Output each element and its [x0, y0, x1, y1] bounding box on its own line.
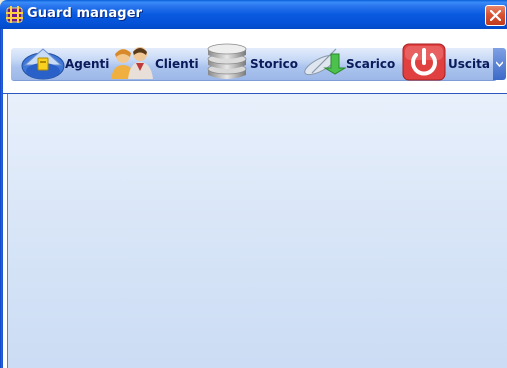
main-content-area [8, 94, 507, 368]
satellite-download-icon [302, 43, 347, 85]
toolbar-button-scarico[interactable]: Scarico [302, 45, 395, 83]
chevron-down-icon [496, 61, 503, 67]
main-window: Guard manager Agenti Clienti Storico Sca… [0, 0, 507, 368]
power-icon [400, 43, 448, 85]
toolbar-label-uscita: Uscita [448, 57, 490, 71]
guard-app-icon [6, 6, 23, 23]
toolbar-button-storico[interactable]: Storico [204, 43, 299, 85]
toolbar-label-scarico: Scarico [346, 57, 396, 71]
toolbar-button-agenti[interactable]: Agenti [21, 45, 109, 83]
toolbar-overflow-button[interactable] [493, 48, 506, 80]
toolbar-label-agenti: Agenti [65, 57, 110, 71]
main-toolbar: Agenti Clienti Storico Scarico Uscita [3, 29, 507, 94]
window-title: Guard manager [27, 6, 143, 21]
toolbar-button-uscita[interactable]: Uscita [400, 43, 490, 85]
database-stack-icon [204, 43, 250, 85]
clients-people-icon [109, 43, 155, 85]
toolbar-label-clienti: Clienti [155, 57, 199, 71]
close-icon [490, 10, 501, 21]
agent-badge-icon [21, 43, 65, 85]
title-bar[interactable]: Guard manager [0, 0, 507, 29]
close-button[interactable] [485, 5, 506, 26]
toolbar-label-storico: Storico [250, 57, 299, 71]
toolbar-button-clienti[interactable]: Clienti [109, 45, 199, 83]
